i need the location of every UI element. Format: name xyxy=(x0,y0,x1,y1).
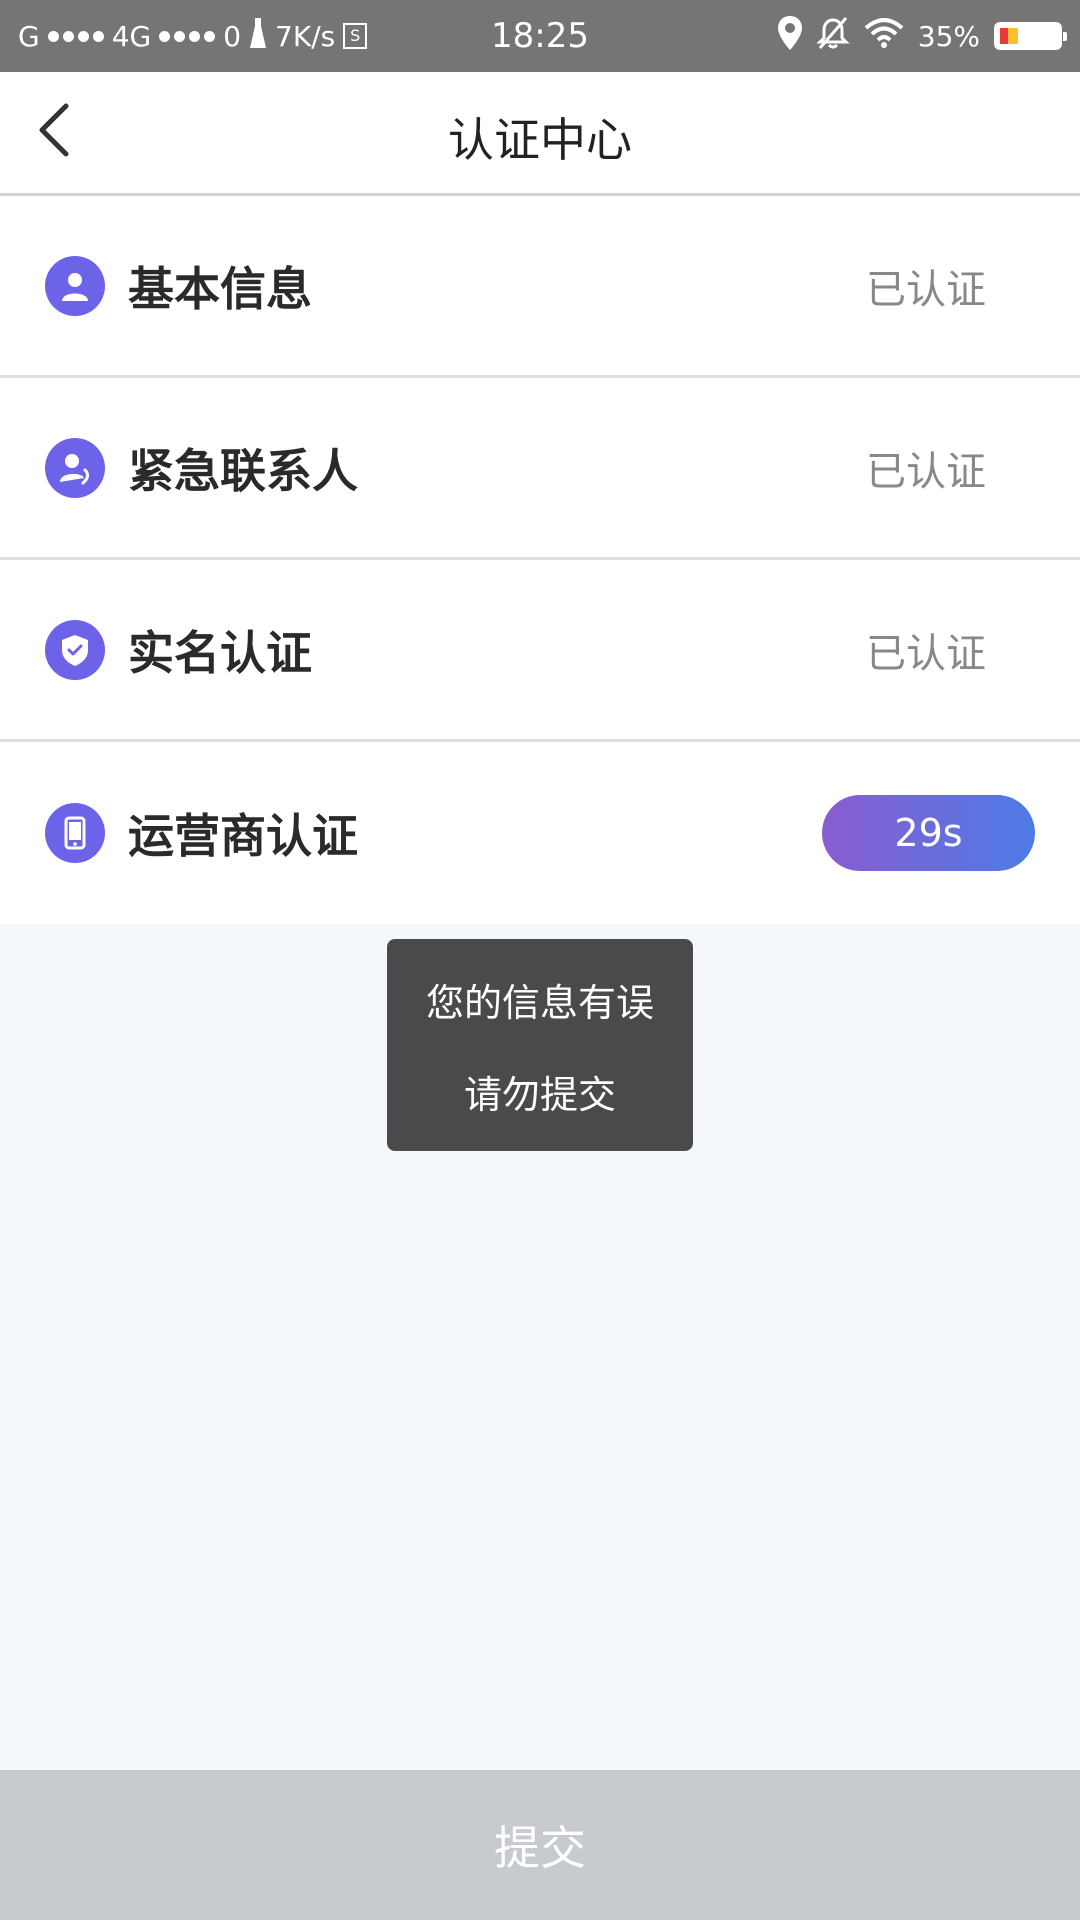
network-type: 4G xyxy=(111,19,152,53)
wifi-icon xyxy=(864,17,904,55)
clock: 18:25 xyxy=(491,16,589,56)
submit-button[interactable]: 提交 xyxy=(0,1770,1080,1920)
signal-strength-icon xyxy=(47,30,104,42)
list-item-real-name[interactable]: 实名认证 已认证 xyxy=(0,560,1080,742)
status-bar-left: G 4G 0 7K/s S xyxy=(18,17,540,55)
mute-bell-icon xyxy=(816,16,850,57)
status-bar: G 4G 0 7K/s S 18:25 35% xyxy=(0,0,1080,72)
shield-check-icon xyxy=(45,619,105,680)
countdown-button[interactable]: 29s xyxy=(822,795,1035,871)
network-speed: 7K/s xyxy=(275,19,336,53)
user-icon xyxy=(45,255,105,316)
mobile-phone-icon xyxy=(45,803,105,863)
data-counter: 0 xyxy=(223,19,242,53)
toast-line-2: 请勿提交 xyxy=(463,1072,616,1117)
status-verified: 已认证 xyxy=(866,448,986,495)
navigation-bar: 认证中心 xyxy=(0,72,1080,196)
list-item-basic-info[interactable]: 基本信息 已认证 xyxy=(0,196,1080,378)
verification-list: 基本信息 已认证 紧急联系人 已认证 实名认证 已认证 运营商认证 29s xyxy=(0,196,1080,924)
page-title: 认证中心 xyxy=(448,113,632,167)
row-label: 实名认证 xyxy=(128,625,312,680)
row-label: 紧急联系人 xyxy=(128,443,358,498)
battery-icon xyxy=(994,22,1067,50)
signal-strength-icon-2 xyxy=(159,30,216,42)
sim-icon: S xyxy=(343,23,368,49)
row-label: 运营商认证 xyxy=(128,809,358,863)
error-toast: 您的信息有误 请勿提交 xyxy=(387,939,693,1151)
contact-phone-icon xyxy=(45,437,105,498)
location-icon xyxy=(777,15,802,57)
status-verified: 已认证 xyxy=(866,266,986,313)
dress-icon xyxy=(249,17,267,55)
battery-percent: 35% xyxy=(917,19,980,53)
status-verified: 已认证 xyxy=(866,630,986,677)
carrier-label: G xyxy=(18,19,40,53)
status-bar-right: 35% xyxy=(540,15,1067,57)
toast-line-1: 您的信息有误 xyxy=(425,980,654,1025)
list-item-carrier[interactable]: 运营商认证 29s xyxy=(0,742,1080,924)
row-label: 基本信息 xyxy=(128,261,312,316)
list-item-emergency-contact[interactable]: 紧急联系人 已认证 xyxy=(0,378,1080,560)
